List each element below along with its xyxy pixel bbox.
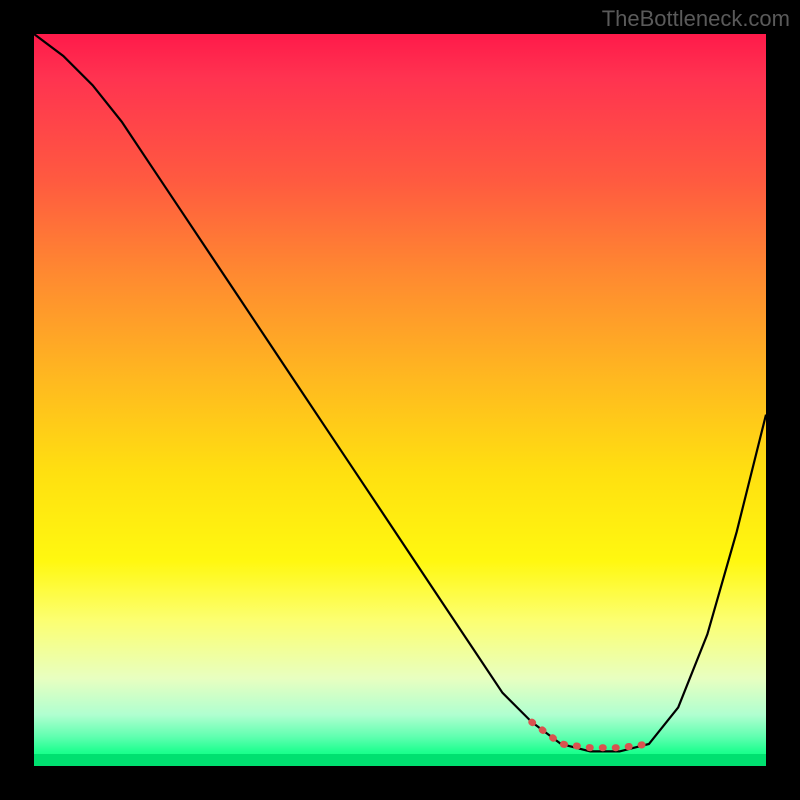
watermark-text: TheBottleneck.com: [602, 6, 790, 32]
chart-plot-area: [34, 34, 766, 766]
baseline-strip: [34, 754, 766, 766]
bottleneck-curve: [34, 34, 766, 766]
